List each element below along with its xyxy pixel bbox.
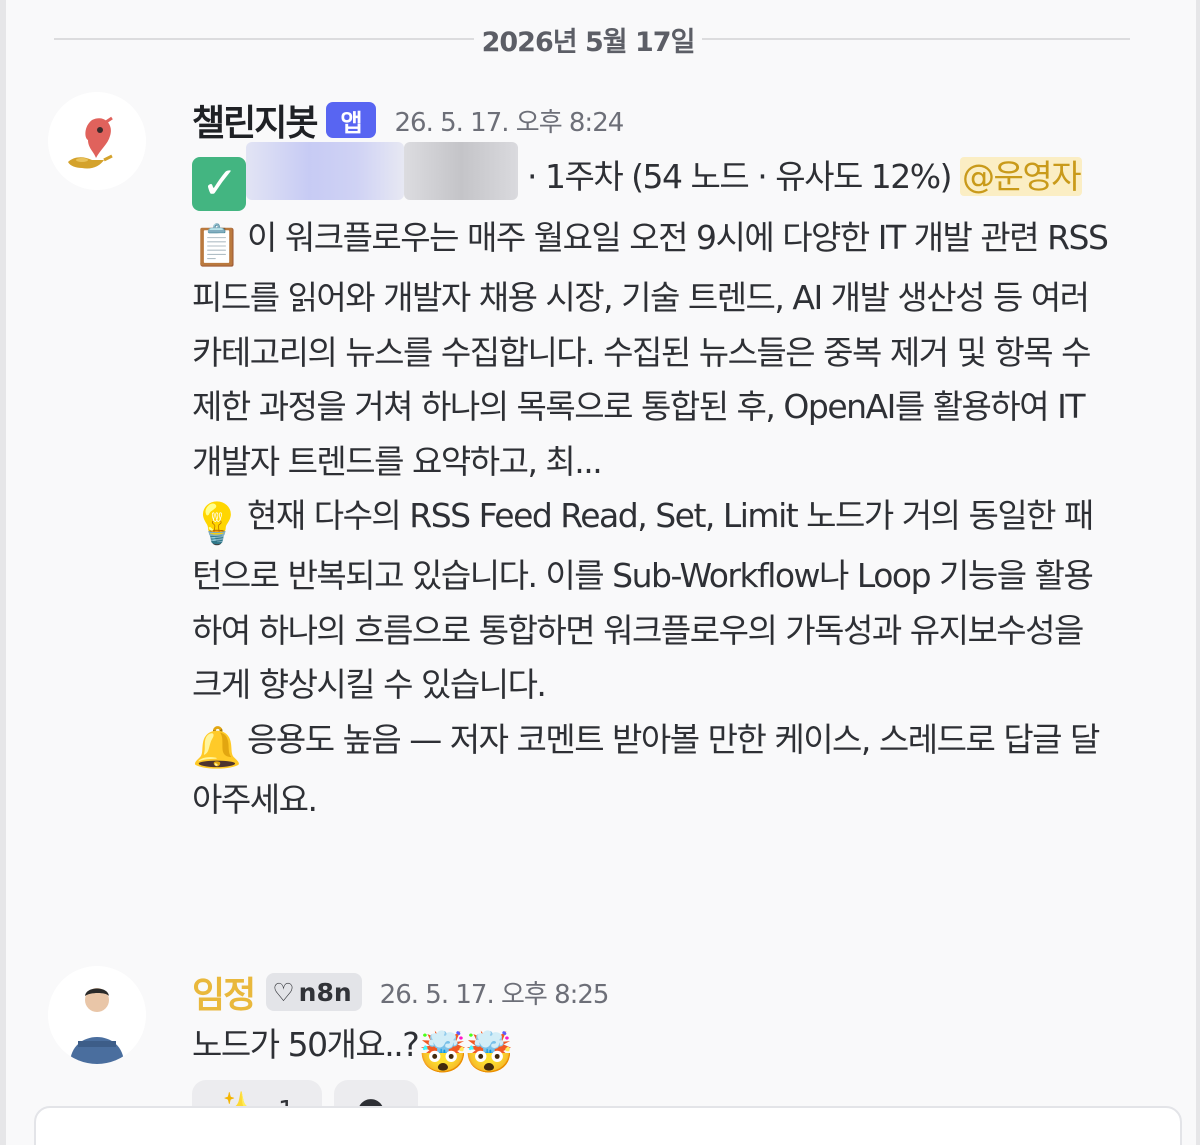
- chat-window: 2026년 5월 17일 챌린지봇 앱 26. 5. 17. 오후 8:24 ✓…: [0, 0, 1200, 1145]
- heart-icon: ♡: [272, 977, 295, 1007]
- summary-text: 이 워크플로우는 매주 월요일 오전 9시에 다양한 IT 개발 관련 RSS …: [192, 218, 1109, 481]
- redacted-block: [404, 142, 518, 200]
- redacted-block: [246, 142, 404, 200]
- clipboard-icon: 📋: [192, 223, 242, 269]
- message-header: 임정 ♡ n8n 26. 5. 17. 오후 8:25: [192, 966, 610, 1018]
- timestamp[interactable]: 26. 5. 17. 오후 8:25: [380, 974, 610, 1011]
- divider-line-right: [702, 38, 1130, 40]
- mention[interactable]: @운영자: [960, 157, 1083, 196]
- role-badge[interactable]: ♡ n8n: [266, 973, 362, 1011]
- bell-icon: 🔔: [192, 724, 242, 771]
- message-header: 챌린지봇 앱 26. 5. 17. 오후 8:24: [192, 94, 624, 146]
- message-body: ✓ · 1주차 (54 노드 · 유사도 12%) @운영자 📋 이 워크플로우…: [192, 142, 1112, 827]
- message-line-title: ✓ · 1주차 (54 노드 · 유사도 12%) @운영자: [192, 142, 1112, 211]
- tip-text: 현재 다수의 RSS Feed Read, Set, Limit 노드가 거의 …: [192, 496, 1094, 704]
- bot-avatar[interactable]: [48, 92, 146, 190]
- summary-paragraph: 📋 이 워크플로우는 매주 월요일 오전 9시에 다양한 IT 개발 관련 RS…: [192, 211, 1112, 489]
- mind-blown-icon: 🤯: [464, 1030, 514, 1076]
- timestamp[interactable]: 26. 5. 17. 오후 8:24: [394, 102, 624, 139]
- message-text: 노드가 50개요..?: [192, 1025, 420, 1064]
- tip-paragraph: 💡 현재 다수의 RSS Feed Read, Set, Limit 노드가 거…: [192, 489, 1112, 713]
- notice-paragraph: 🔔 응용도 높음 — 저자 코멘트 받아볼 만한 케이스, 스레드로 답글 달아…: [192, 713, 1112, 828]
- mind-blown-icon: 🤯: [418, 1030, 468, 1076]
- date-label: 2026년 5월 17일: [481, 27, 696, 58]
- check-mark-icon: ✓: [192, 157, 246, 211]
- lightbulb-icon: 💡: [192, 501, 242, 547]
- date-divider: 2026년 5월 17일: [54, 14, 1130, 64]
- message-input[interactable]: [34, 1106, 1182, 1145]
- notice-text: 응용도 높음 — 저자 코멘트 받아볼 만한 케이스, 스레드로 답글 달아주세…: [192, 719, 1100, 819]
- username[interactable]: 임정: [192, 966, 256, 1018]
- username[interactable]: 챌린지봇: [192, 94, 318, 146]
- genie-lamp-icon: [48, 92, 146, 190]
- person-avatar-icon: [48, 966, 146, 1064]
- week-info: · 1주차 (54 노드 · 유사도 12%): [527, 157, 953, 196]
- message-body: 노드가 50개요..?🤯🤯: [192, 1018, 1112, 1078]
- app-badge: 앱: [326, 102, 377, 138]
- divider-line-left: [54, 38, 474, 40]
- role-badge-label: n8n: [298, 977, 352, 1007]
- user-avatar[interactable]: [48, 966, 146, 1064]
